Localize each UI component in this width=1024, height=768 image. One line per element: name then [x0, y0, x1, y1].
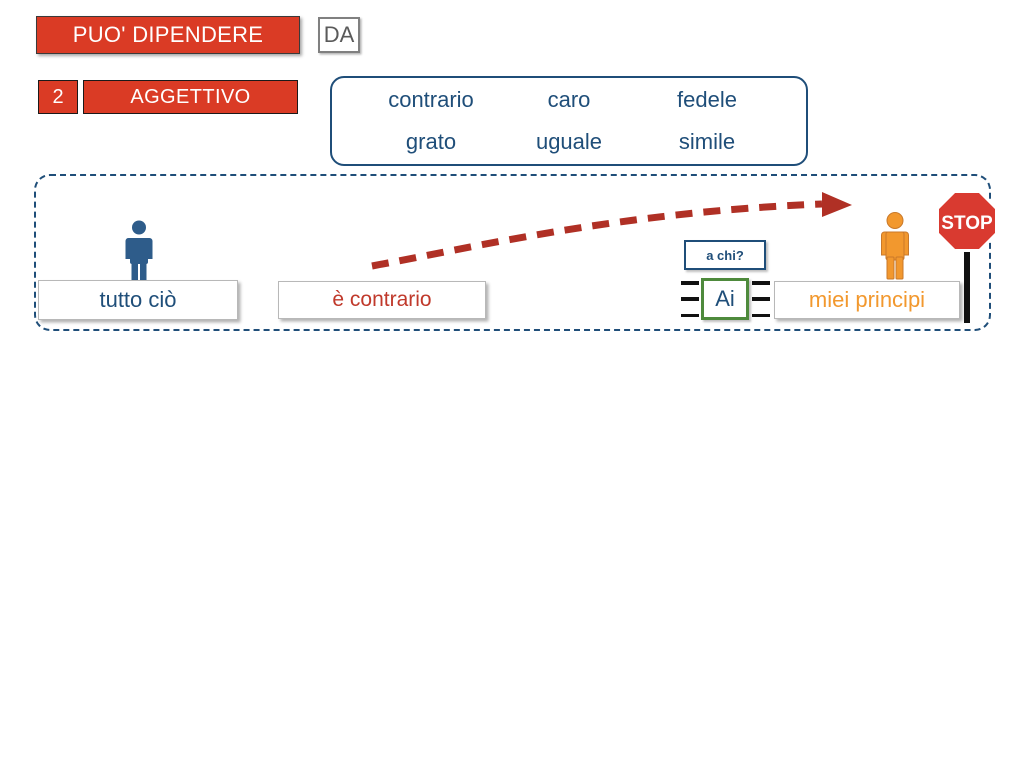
- adjective-item: contrario: [388, 87, 474, 112]
- sentence-chunk-subject: tutto ciò: [38, 280, 238, 320]
- main-statement-bar: PUO' DIPENDERE: [36, 16, 300, 54]
- main-statement-label: PUO' DIPENDERE: [72, 22, 264, 47]
- person-pictogram-icon-object: [876, 212, 914, 285]
- preposition-da-label: DA: [323, 22, 355, 47]
- sentence-chunk-object: miei principi: [774, 281, 960, 319]
- item-number-badge: 2: [38, 80, 78, 114]
- adjective-list-box: contrario caro fedele grato uguale simil…: [330, 76, 808, 166]
- preposition-ticks-left: [681, 278, 699, 320]
- tick-mark: [752, 281, 770, 285]
- adjective-item: uguale: [535, 129, 603, 154]
- category-label: AGGETTIVO: [130, 85, 251, 108]
- preposition-da-box: DA: [318, 17, 360, 53]
- item-number-label: 2: [52, 85, 64, 108]
- sentence-chunk-verb-text: è contrario: [332, 288, 432, 311]
- question-label-text: a chi?: [706, 247, 744, 263]
- sentence-chunk-subject-text: tutto ciò: [99, 287, 177, 312]
- adjective-item: fedele: [677, 87, 737, 112]
- question-label-a-chi: a chi?: [684, 240, 766, 270]
- adjective-item: caro: [547, 87, 591, 112]
- category-bar: AGGETTIVO: [83, 80, 298, 114]
- tick-mark: [681, 297, 699, 301]
- adjective-item: grato: [405, 129, 457, 154]
- sentence-chunk-verb: è contrario: [278, 281, 486, 319]
- preposition-ticks-right: [752, 278, 770, 320]
- adjective-row-2: grato uguale simile: [362, 121, 776, 163]
- stop-sign-text: STOP: [941, 213, 993, 234]
- preposition-label: Ai: [715, 286, 735, 311]
- person-pictogram-icon-subject: [120, 220, 158, 287]
- adjective-item: simile: [678, 129, 736, 154]
- sentence-chunk-object-text: miei principi: [808, 287, 926, 312]
- adjective-row-1: contrario caro fedele: [362, 79, 776, 121]
- tick-mark: [681, 313, 699, 317]
- tick-mark: [752, 313, 770, 317]
- tick-mark: [752, 297, 770, 301]
- preposition-box-ai: Ai: [701, 278, 749, 320]
- tick-mark: [681, 281, 699, 285]
